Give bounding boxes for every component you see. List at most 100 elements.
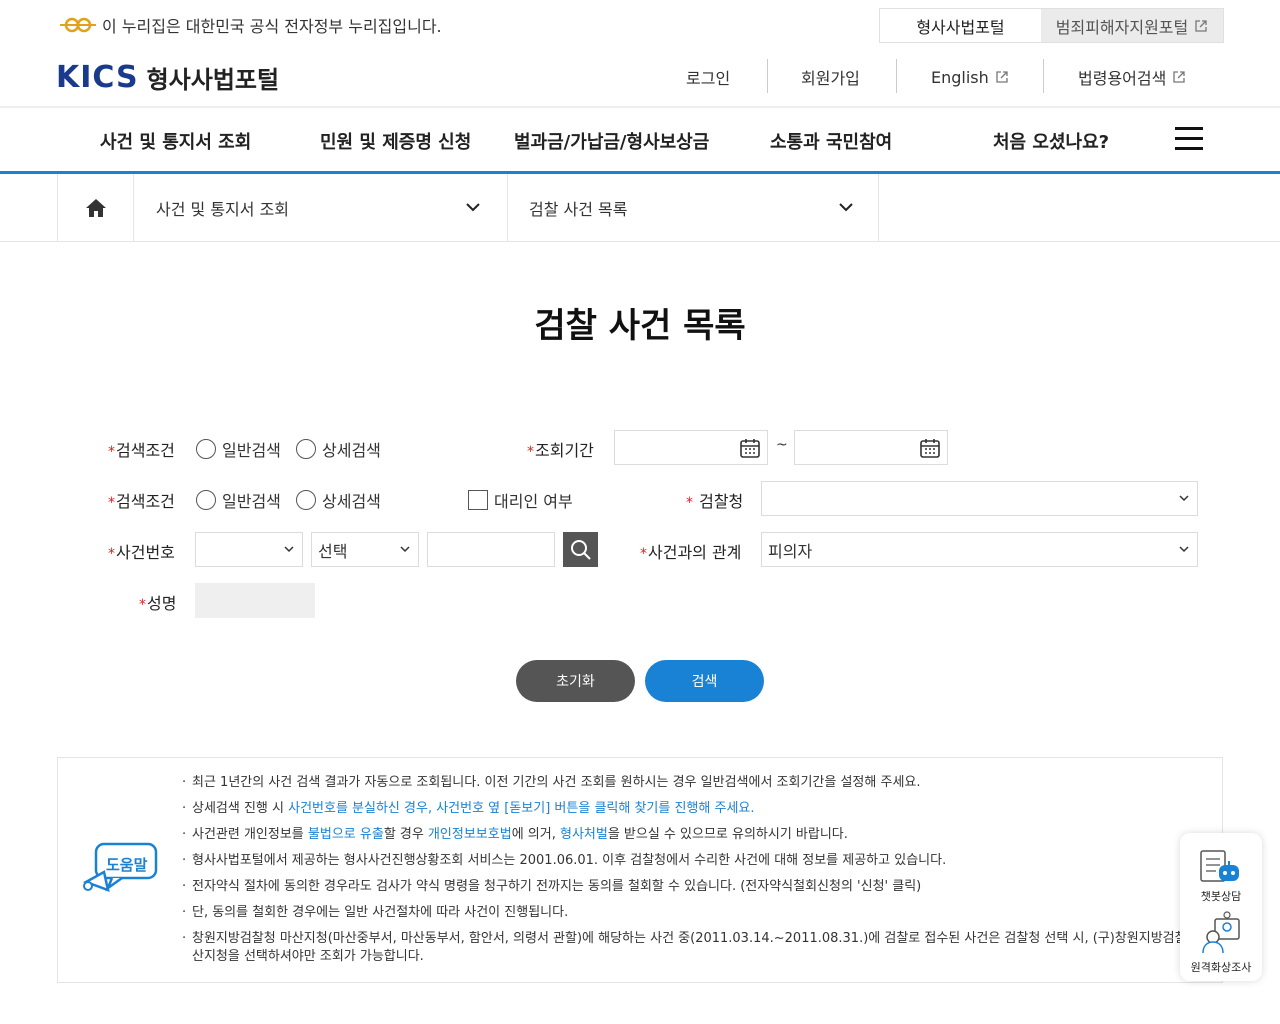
case-number-text: 사건번호 [116, 543, 175, 562]
help-text: 할 경우 [383, 827, 428, 842]
chevron-down-icon [400, 545, 410, 552]
chatbot-button[interactable]: 챗봇상담 [1180, 833, 1262, 905]
name-input[interactable] [195, 583, 315, 618]
portal-tab-victim[interactable]: 범죄피해자지원포털 [1041, 9, 1223, 42]
help-text: 을 받으실 수 있으므로 유의하시기 바랍니다. [607, 827, 848, 842]
search-condition-label-2: *검색조건 [108, 488, 175, 512]
checkbox-box [468, 490, 488, 510]
help-text: 단, 동의를 철회한 경우에는 일반 사건절차에 따라 사건이 진행됩니다. [192, 905, 569, 920]
help-badge: 도움말 [82, 842, 160, 898]
help-item: 창원지방검찰청 마산지청(마산중부서, 마산동부서, 함안서, 의령서 관할)에… [182, 930, 1222, 966]
help-list: 최근 1년간의 사건 검색 결과가 자동으로 조회됩니다. 이전 기간의 사건 … [182, 774, 1222, 966]
radio-circle [296, 439, 316, 459]
calendar-icon[interactable] [739, 437, 761, 459]
case-type-value: 선택 [318, 541, 348, 561]
relation-select[interactable]: 피의자 [761, 532, 1198, 567]
proxy-label: 대리인 여부 [494, 492, 573, 511]
required-mark: * [527, 444, 534, 460]
radio-detail-search-2[interactable]: 상세검색 [296, 488, 381, 512]
office-select[interactable] [761, 481, 1198, 516]
site-logo[interactable]: KICS 형사사법포털 [56, 60, 279, 95]
menu-icon[interactable] [1175, 127, 1203, 153]
help-text: 사건관련 개인정보를 [192, 827, 308, 842]
video-interview-button[interactable]: 원격화상조사 [1180, 909, 1262, 981]
relation-select-value: 피의자 [768, 541, 813, 561]
breadcrumb-level1[interactable]: 사건 및 통지서 조회 [133, 174, 507, 241]
radio-detail-search[interactable]: 상세검색 [296, 437, 381, 461]
util-divider [767, 59, 768, 93]
page-title: 검찰 사건 목록 [534, 306, 746, 346]
gov-mark-icon [60, 17, 96, 33]
external-link-icon [996, 71, 1008, 83]
chatbot-label: 챗봇상담 [1200, 890, 1242, 903]
help-link[interactable]: 개인정보보호법 [428, 827, 512, 842]
help-box: 도움말 최근 1년간의 사건 검색 결과가 자동으로 조회됩니다. 이전 기간의… [57, 757, 1223, 983]
nav-fines[interactable]: 벌과금/가납금/형사보상금 [514, 128, 709, 154]
case-number-input[interactable] [427, 532, 555, 567]
case-year-select[interactable] [195, 532, 303, 567]
radio-circle [196, 490, 216, 510]
date-from-field[interactable] [614, 430, 768, 465]
help-item: 상세검색 진행 시 사건번호를 분실하신 경우, 사건번호 옆 [돋보기] 버튼… [182, 800, 1222, 826]
law-search-link[interactable]: 법령용어검색 [1078, 62, 1186, 92]
name-text: 성명 [147, 594, 177, 613]
help-text: 에 의거, [511, 827, 560, 842]
proxy-checkbox[interactable]: 대리인 여부 [468, 488, 573, 512]
breadcrumb: 사건 및 통지서 조회 검찰 사건 목록 [0, 174, 1280, 242]
relation-label: *사건과의 관계 [640, 539, 741, 563]
english-link[interactable]: English [931, 62, 1009, 92]
home-icon [85, 198, 106, 217]
period-text: 조회기간 [535, 441, 594, 460]
required-mark: * [108, 495, 115, 511]
help-link[interactable]: 불법으로 유출 [308, 827, 384, 842]
video-call-icon [1202, 911, 1240, 954]
portal-tab-kics[interactable]: 형사사법포털 [880, 9, 1041, 42]
nav-first-visit[interactable]: 처음 오셨나요? [993, 128, 1109, 154]
help-link[interactable]: 형사처벌 [560, 827, 608, 842]
radio-detail-label-2: 상세검색 [322, 492, 381, 511]
help-text: 최근 1년간의 사건 검색 결과가 자동으로 조회됩니다. 이전 기간의 사건 … [192, 775, 921, 790]
case-search-button[interactable] [563, 532, 598, 567]
chatbot-icon [1200, 850, 1239, 882]
nav-participation[interactable]: 소통과 국민참여 [770, 128, 892, 154]
chevron-down-icon [466, 203, 480, 212]
date-to-field[interactable] [794, 430, 948, 465]
chevron-down-icon [284, 545, 294, 552]
radio-general-search[interactable]: 일반검색 [196, 437, 281, 461]
relation-text: 사건과의 관계 [648, 543, 742, 562]
radio-general-label: 일반검색 [222, 441, 281, 460]
chevron-down-icon [839, 203, 853, 212]
logo-name: 형사사법포털 [146, 66, 280, 94]
external-link-icon [1195, 19, 1207, 32]
video-interview-label: 원격화상조사 [1190, 961, 1252, 974]
logo-mark: KICS [56, 60, 139, 95]
help-badge-label: 도움말 [106, 856, 148, 874]
name-label: *성명 [139, 590, 176, 614]
breadcrumb-level1-label: 사건 및 통지서 조회 [156, 199, 290, 219]
case-type-select[interactable]: 선택 [311, 532, 419, 567]
search-condition-text-2: 검색조건 [116, 492, 175, 511]
calendar-icon[interactable] [919, 437, 941, 459]
breadcrumb-level2-label: 검찰 사건 목록 [529, 199, 628, 219]
util-divider [896, 59, 897, 93]
date-range-tilde: ~ [776, 437, 788, 453]
law-search-label: 법령용어검색 [1078, 69, 1167, 88]
help-link[interactable]: 사건번호를 분실하신 경우, 사건번호 옆 [돋보기] 버튼을 클릭해 찾기를 … [288, 801, 754, 816]
breadcrumb-home[interactable] [57, 174, 133, 241]
nav-case-lookup[interactable]: 사건 및 통지서 조회 [100, 128, 251, 154]
search-button[interactable]: 검색 [645, 660, 764, 702]
login-label: 로그인 [686, 69, 731, 88]
nav-civil-petition[interactable]: 민원 및 제증명 신청 [320, 128, 471, 154]
signup-link[interactable]: 회원가입 [801, 62, 860, 92]
portal-tabs: 형사사법포털 범죄피해자지원포털 [879, 8, 1224, 43]
external-link-icon [1173, 71, 1185, 83]
radio-circle [296, 490, 316, 510]
radio-detail-label: 상세검색 [322, 441, 381, 460]
required-mark: * [139, 597, 146, 613]
radio-general-search-2[interactable]: 일반검색 [196, 488, 281, 512]
login-link[interactable]: 로그인 [686, 62, 730, 92]
help-item: 단, 동의를 철회한 경우에는 일반 사건절차에 따라 사건이 진행됩니다. [182, 904, 1222, 930]
breadcrumb-level2[interactable]: 검찰 사건 목록 [507, 174, 879, 241]
reset-button[interactable]: 초기화 [516, 660, 635, 702]
search-condition-text: 검색조건 [116, 441, 175, 460]
